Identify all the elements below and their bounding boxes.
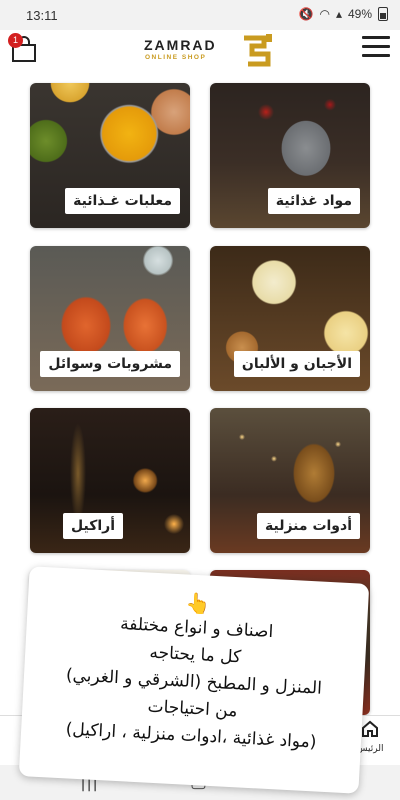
category-label: مشروبات وسوائل	[40, 351, 180, 377]
wifi-icon: ◠	[319, 7, 330, 21]
cart-count-badge: 1	[8, 33, 23, 48]
brand-logo[interactable]: ZAMRAD ONLINE SHOP	[138, 32, 278, 70]
menu-button[interactable]	[362, 36, 390, 60]
category-tile-household[interactable]: أدوات منزلية	[210, 408, 370, 553]
status-icons: 🔇 ◠ ▴ 49%	[298, 7, 388, 21]
category-label: أراكيل	[62, 513, 123, 539]
home-icon	[362, 720, 378, 737]
brand-name: ZAMRAD	[144, 37, 217, 53]
category-tile-food[interactable]: مواد غذائية	[210, 83, 370, 228]
battery-percent: 49%	[347, 7, 372, 21]
status-time: 13:11	[26, 8, 58, 23]
logo-mark-icon	[244, 34, 272, 67]
category-tile-drinks[interactable]: مشروبات وسوائل	[30, 246, 190, 391]
category-tile-dairy[interactable]: الأجبان و الألبان	[210, 246, 370, 391]
category-label: أدوات منزلية	[257, 513, 360, 539]
hamburger-line	[362, 36, 390, 39]
hamburger-line	[362, 54, 390, 57]
mute-icon: 🔇	[298, 7, 314, 21]
category-tile-canned[interactable]: معلبات غـذائية	[30, 83, 190, 228]
brand-tagline: ONLINE SHOP	[145, 54, 207, 61]
category-label: الأجبان و الألبان	[233, 351, 360, 377]
battery-icon	[378, 7, 388, 21]
app-header: 1 ZAMRAD ONLINE SHOP	[0, 30, 400, 70]
category-tile-hookah[interactable]: أراكيل	[30, 408, 190, 553]
promo-note: 👆 اصناف و انواع مختلفة كل ما يحتاجه المن…	[18, 566, 370, 794]
category-label: مواد غذائية	[267, 188, 360, 214]
cart-button[interactable]: 1	[8, 33, 40, 65]
promo-note-text: 👆 اصناف و انواع مختلفة كل ما يحتاجه المن…	[19, 566, 370, 794]
status-bar: 13:11 🔇 ◠ ▴ 49%	[0, 0, 400, 30]
signal-icon: ▴	[335, 7, 342, 21]
hamburger-line	[362, 45, 390, 48]
category-label: معلبات غـذائية	[65, 188, 180, 214]
